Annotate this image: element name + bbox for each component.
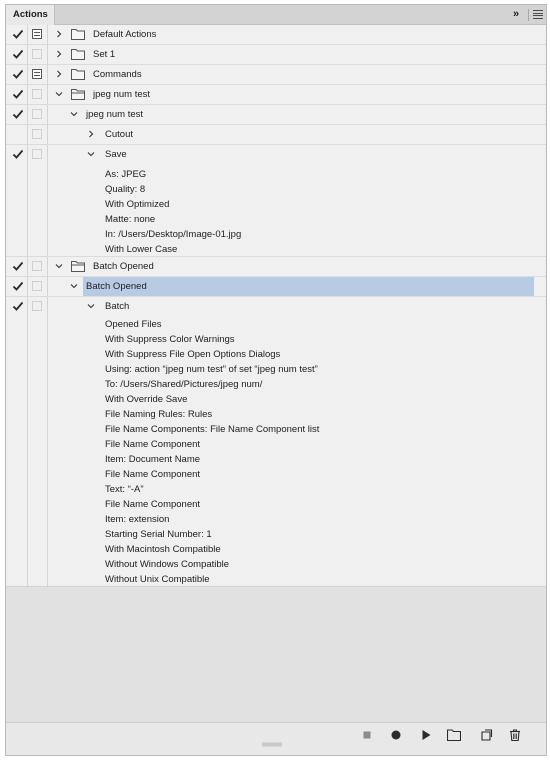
command-row[interactable]: Cutout bbox=[6, 125, 546, 145]
chevron-right-icon[interactable] bbox=[55, 30, 63, 38]
command-row[interactable]: Save bbox=[6, 145, 546, 165]
command-detail: File Name Component bbox=[105, 499, 201, 510]
dialog-toggle-icon[interactable] bbox=[32, 89, 42, 99]
command-detail: With Optimized bbox=[105, 199, 170, 210]
folder-open-icon bbox=[71, 89, 85, 100]
dialog-toggle-icon[interactable] bbox=[32, 281, 42, 291]
check-icon[interactable] bbox=[12, 108, 24, 120]
dialog-toggle-icon[interactable] bbox=[32, 301, 42, 311]
dialog-toggle-icon[interactable] bbox=[32, 129, 42, 139]
command-detail: File Name Component bbox=[105, 439, 201, 450]
folder-open-icon bbox=[71, 261, 85, 272]
chevron-down-icon[interactable] bbox=[55, 262, 63, 270]
dialog-toggle-icon[interactable] bbox=[32, 109, 42, 119]
play-icon[interactable] bbox=[419, 728, 433, 742]
command-label: Batch bbox=[105, 301, 130, 312]
check-icon[interactable] bbox=[12, 88, 24, 100]
action-set-label: Default Actions bbox=[93, 29, 157, 40]
trash-icon[interactable] bbox=[508, 728, 522, 742]
panel-menu-icon[interactable] bbox=[533, 10, 543, 19]
folder-icon bbox=[71, 29, 85, 40]
dialog-toggle-icon[interactable] bbox=[32, 261, 42, 271]
action-set-label: Commands bbox=[93, 69, 142, 80]
command-detail: With Override Save bbox=[105, 394, 188, 405]
command-detail: Item: extension bbox=[105, 514, 170, 525]
actions-panel: Actions » Default Actions Set 1 Commands… bbox=[5, 4, 547, 756]
panel-tab-bar: Actions » bbox=[6, 5, 546, 25]
command-detail: Without Windows Compatible bbox=[105, 559, 230, 570]
collapse-panel-icon[interactable]: » bbox=[508, 8, 524, 21]
new-item-icon[interactable] bbox=[479, 728, 493, 742]
stop-icon[interactable] bbox=[360, 728, 374, 742]
command-label: Save bbox=[105, 149, 127, 160]
command-detail: Matte: none bbox=[105, 214, 156, 225]
action-set-label: Set 1 bbox=[93, 49, 116, 60]
command-detail: File Name Components: File Name Componen… bbox=[105, 424, 320, 435]
chevron-down-icon[interactable] bbox=[70, 282, 78, 290]
dialog-toggle-icon[interactable] bbox=[32, 149, 42, 159]
folder-icon bbox=[71, 49, 85, 60]
action-row-selected[interactable]: Batch Opened bbox=[6, 277, 546, 297]
action-label: jpeg num test bbox=[86, 109, 144, 120]
action-set-row[interactable]: Set 1 bbox=[6, 45, 546, 65]
action-row[interactable]: jpeg num test bbox=[6, 105, 546, 125]
command-detail: Item: Document Name bbox=[105, 454, 201, 465]
action-set-row[interactable]: Batch Opened bbox=[6, 257, 546, 277]
command-detail: With Macintosh Compatible bbox=[105, 544, 221, 555]
command-detail: Text: “-A” bbox=[105, 484, 144, 495]
panel-controls: » bbox=[508, 8, 543, 21]
command-detail: In: /Users/Desktop/Image-01.jpg bbox=[105, 229, 242, 240]
dialog-toggle-icon[interactable] bbox=[32, 29, 42, 39]
command-detail: Without Unix Compatible bbox=[105, 574, 210, 585]
empty-list-area bbox=[6, 586, 546, 723]
command-label: Cutout bbox=[105, 129, 133, 140]
check-icon[interactable] bbox=[12, 260, 24, 272]
action-set-label: jpeg num test bbox=[93, 89, 151, 100]
check-icon[interactable] bbox=[12, 28, 24, 40]
dialog-toggle-icon[interactable] bbox=[32, 69, 42, 79]
selection-highlight bbox=[83, 277, 534, 296]
command-detail: To: /Users/Shared/Pictures/jpeg num/ bbox=[105, 379, 263, 390]
record-icon[interactable] bbox=[389, 728, 403, 742]
command-detail: Starting Serial Number: 1 bbox=[105, 529, 212, 540]
chevron-down-icon[interactable] bbox=[70, 110, 78, 118]
action-set-row[interactable]: Commands bbox=[6, 65, 546, 85]
command-detail: File Name Component bbox=[105, 469, 201, 480]
check-icon[interactable] bbox=[12, 68, 24, 80]
resize-grip-icon[interactable] bbox=[262, 742, 282, 747]
command-detail: As: JPEG bbox=[105, 169, 147, 180]
command-detail: With Suppress File Open Options Dialogs bbox=[105, 349, 281, 360]
chevron-right-icon[interactable] bbox=[55, 50, 63, 58]
chevron-down-icon[interactable] bbox=[87, 150, 95, 158]
command-detail: With Lower Case bbox=[105, 244, 178, 255]
chevron-down-icon[interactable] bbox=[55, 90, 63, 98]
action-set-row[interactable]: Default Actions bbox=[6, 25, 546, 45]
command-detail: Quality: 8 bbox=[105, 184, 146, 195]
divider bbox=[528, 8, 529, 21]
chevron-right-icon[interactable] bbox=[55, 70, 63, 78]
action-label: Batch Opened bbox=[86, 281, 147, 292]
check-icon[interactable] bbox=[12, 300, 24, 312]
chevron-right-icon[interactable] bbox=[87, 130, 95, 138]
check-icon[interactable] bbox=[12, 48, 24, 60]
check-icon[interactable] bbox=[12, 280, 24, 292]
command-detail: Using: action “jpeg num test” of set “jp… bbox=[105, 364, 318, 375]
folder-icon bbox=[71, 69, 85, 80]
actions-list: Default Actions Set 1 Commands jpeg num … bbox=[6, 25, 546, 586]
tab-actions[interactable]: Actions bbox=[6, 5, 55, 25]
dialog-toggle-icon[interactable] bbox=[32, 49, 42, 59]
chevron-down-icon[interactable] bbox=[87, 302, 95, 310]
command-detail: File Naming Rules: Rules bbox=[105, 409, 213, 420]
action-set-row[interactable]: jpeg num test bbox=[6, 85, 546, 105]
command-detail: Opened Files bbox=[105, 319, 162, 330]
folder-icon[interactable] bbox=[447, 728, 461, 742]
command-detail: With Suppress Color Warnings bbox=[105, 334, 235, 345]
action-set-label: Batch Opened bbox=[93, 261, 154, 272]
command-row[interactable]: Batch bbox=[6, 297, 546, 317]
check-icon[interactable] bbox=[12, 148, 24, 160]
